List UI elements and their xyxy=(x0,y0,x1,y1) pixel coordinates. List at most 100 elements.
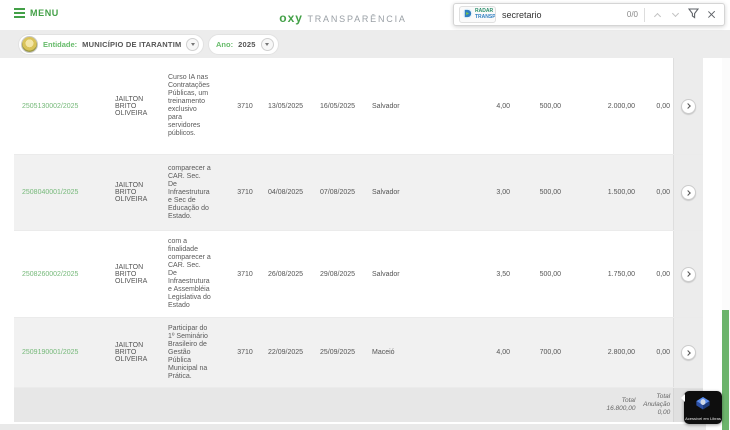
find-close-button[interactable] xyxy=(705,7,717,23)
find-in-page-bar: RADAR TRANSP secretario 0/0 xyxy=(453,3,725,26)
logo-oxy-text: oxy xyxy=(279,11,303,25)
caret-down-icon xyxy=(265,43,270,46)
caret-down-icon xyxy=(190,43,195,46)
entity-selector[interactable]: Entidade: MUNICÍPIO DE ITARANTIM xyxy=(18,34,205,55)
budget-code: 3710 xyxy=(237,189,253,196)
destination: Salvador xyxy=(372,102,400,110)
process-number-link[interactable]: 2508260002/2025 xyxy=(19,271,112,278)
pinned-action-column xyxy=(673,231,703,317)
year-dropdown-caret[interactable] xyxy=(260,38,274,51)
entity-dropdown-caret[interactable] xyxy=(186,38,200,51)
vlibras-label: Acessível em Libras xyxy=(685,416,721,421)
trip-description: com a finalidade comparecer a CAR. Sec. … xyxy=(168,238,211,309)
menu-label: MENU xyxy=(30,8,59,18)
vertical-scrollbar-track[interactable] xyxy=(722,58,730,430)
budget-code: 3710 xyxy=(237,102,253,110)
annulment-value: 0,00 xyxy=(656,189,670,196)
daily-unit-value: 700,00 xyxy=(539,349,561,356)
entity-label: Entidade: xyxy=(43,40,78,49)
return-date: 25/09/2025 xyxy=(320,349,356,356)
row-detail-button[interactable] xyxy=(681,98,696,114)
process-number-link[interactable]: 2508040001/2025 xyxy=(19,189,112,196)
find-match-count: 0/0 xyxy=(626,10,638,19)
daily-unit-value: 500,00 xyxy=(539,189,561,196)
chevron-right-icon xyxy=(685,189,691,196)
trip-description: Participar do 1º Seminário Brasileiro de… xyxy=(168,324,208,380)
year-value: 2025 xyxy=(238,40,256,49)
chevron-right-icon xyxy=(685,103,691,109)
grand-total: Total 16.800,00 xyxy=(565,388,639,422)
requester-name: JAILTON BRITO OLIVEIRA xyxy=(115,182,148,203)
grand-total-value: 16.800,00 xyxy=(606,405,636,412)
daily-unit-value: 500,00 xyxy=(539,270,561,278)
budget-code: 3710 xyxy=(237,270,253,278)
departure-date: 26/08/2025 xyxy=(268,270,304,278)
pinned-action-column xyxy=(673,318,703,387)
total-value: 2.800,00 xyxy=(607,349,635,356)
annulment-value: 0,00 xyxy=(656,349,670,356)
row-detail-button[interactable] xyxy=(681,266,696,282)
horizontal-scrollbar-track[interactable] xyxy=(0,424,706,430)
daily-quantity: 4,00 xyxy=(496,102,510,110)
hamburger-icon xyxy=(14,8,25,18)
row-detail-button[interactable] xyxy=(681,185,696,200)
footer-spacer xyxy=(19,388,565,422)
find-previous-button[interactable] xyxy=(651,7,663,23)
annulment-total-label: Total Anulação xyxy=(643,393,671,408)
diarias-table: 2505130002/2025 JAILTON BRITO OLIVEIRA C… xyxy=(14,58,703,422)
budget-code: 3710 xyxy=(237,349,253,356)
find-filter-button[interactable] xyxy=(687,7,699,23)
trip-description: Curso IA nas Contratações Públicas, um t… xyxy=(168,74,210,137)
topbar: MENU oxy TRANSPARÊNCIA RADAR TRANSP secr… xyxy=(0,0,730,30)
oxy-transparencia-app: MENU oxy TRANSPARÊNCIA RADAR TRANSP secr… xyxy=(0,0,730,430)
table-row: 2509190001/2025 JAILTON BRITO OLIVEIRA P… xyxy=(14,318,703,388)
row-detail-button[interactable] xyxy=(681,345,696,360)
requester-name: JAILTON BRITO OLIVEIRA xyxy=(115,342,148,363)
daily-quantity: 4,00 xyxy=(496,349,510,356)
vertical-scrollbar-thumb[interactable] xyxy=(722,310,729,430)
chevron-up-icon xyxy=(653,12,661,20)
chevron-down-icon xyxy=(671,9,679,17)
table-row: 2508260002/2025 JAILTON BRITO OLIVEIRA c… xyxy=(14,231,703,318)
destination: Salvador xyxy=(372,270,400,278)
destination: Salvador xyxy=(372,189,400,196)
radar-transparencia-extension-chip[interactable]: RADAR TRANSP xyxy=(459,6,496,23)
year-label: Ano: xyxy=(216,40,234,49)
find-query-input[interactable]: secretario xyxy=(502,10,621,20)
funnel-icon xyxy=(687,7,699,22)
table-row: 2505130002/2025 JAILTON BRITO OLIVEIRA C… xyxy=(14,58,703,155)
entity-value: MUNICÍPIO DE ITARANTIM xyxy=(82,40,182,49)
daily-quantity: 3,00 xyxy=(496,189,510,196)
vlibras-widget[interactable]: Acessível em Libras xyxy=(681,391,722,424)
process-number-link[interactable]: 2505130002/2025 xyxy=(19,103,112,110)
grand-total-label: Total xyxy=(621,397,636,404)
oxy-transparencia-logo: oxy TRANSPARÊNCIA xyxy=(279,9,406,27)
vlibras-hands-icon xyxy=(693,394,713,415)
menu-button[interactable]: MENU xyxy=(14,8,59,18)
table-row: 2508040001/2025 JAILTON BRITO OLIVEIRA c… xyxy=(14,155,703,231)
annulment-value: 0,00 xyxy=(656,270,670,278)
pinned-action-column xyxy=(673,58,703,154)
logo-transparencia-text: TRANSPARÊNCIA xyxy=(307,14,407,24)
return-date: 07/08/2025 xyxy=(320,189,356,196)
return-date: 16/05/2025 xyxy=(320,102,356,110)
daily-quantity: 3,50 xyxy=(496,270,510,278)
daily-unit-value: 500,00 xyxy=(539,102,561,110)
annulment-value: 0,00 xyxy=(656,102,670,110)
chevron-right-icon xyxy=(685,349,691,356)
process-number-link[interactable]: 2509190001/2025 xyxy=(19,349,112,356)
close-icon xyxy=(707,10,716,19)
filter-bar: Entidade: MUNICÍPIO DE ITARANTIM Ano: 20… xyxy=(0,30,730,81)
annulment-total-value: 0,00 xyxy=(657,409,671,416)
totals-footer-row: Total 16.800,00 Total Anulação 0,00 xyxy=(14,388,703,422)
entity-crest-icon xyxy=(21,36,38,53)
annulment-total: Total Anulação 0,00 xyxy=(638,388,673,422)
year-selector[interactable]: Ano: 2025 xyxy=(208,34,279,55)
total-value: 2.000,00 xyxy=(607,102,635,110)
destination: Maceió xyxy=(372,349,395,356)
find-next-button[interactable] xyxy=(669,7,681,23)
departure-date: 22/09/2025 xyxy=(268,349,304,356)
divider xyxy=(644,7,645,22)
requester-name: JAILTON BRITO OLIVEIRA xyxy=(115,95,148,117)
radar-extension-icon xyxy=(462,7,473,22)
